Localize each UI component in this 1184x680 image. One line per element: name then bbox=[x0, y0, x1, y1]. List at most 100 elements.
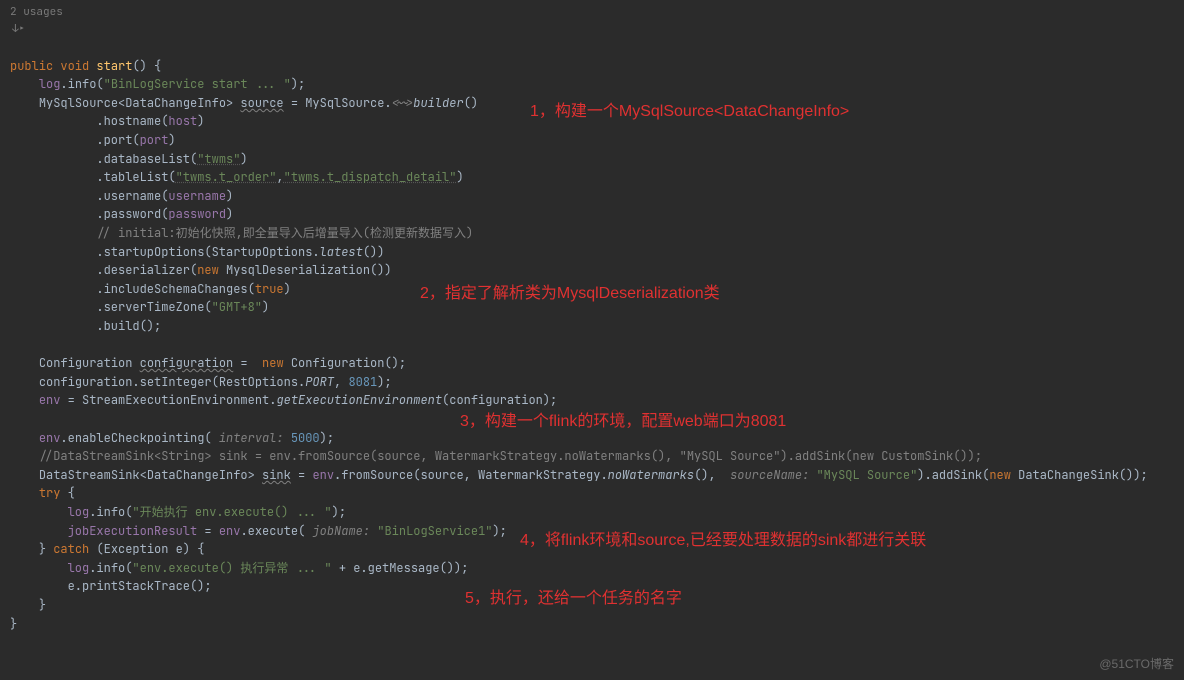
type-decl: MySqlSource<DataChangeInfo> bbox=[39, 95, 241, 111]
field-env: env bbox=[39, 430, 61, 446]
eq: = bbox=[197, 523, 219, 539]
end: ); bbox=[291, 76, 305, 92]
annotation-1: 1，构建一个MySqlSource<DataChangeInfo> bbox=[530, 100, 849, 125]
field-env: env bbox=[39, 392, 61, 408]
annotation-5: 5，执行，还给一个任务的名字 bbox=[465, 587, 682, 612]
field-log: log bbox=[39, 76, 61, 92]
close: ) bbox=[456, 169, 463, 185]
close: ); bbox=[320, 430, 334, 446]
field-port: port bbox=[140, 132, 169, 148]
field-host: host bbox=[168, 113, 197, 129]
kw-try: try bbox=[39, 485, 61, 501]
string: "GMT+8" bbox=[212, 299, 262, 315]
close: ) bbox=[197, 113, 204, 129]
usages-label: 2 usages bbox=[10, 4, 1184, 21]
kw-new: new bbox=[989, 467, 1011, 483]
string: "BinLogService1" bbox=[377, 523, 492, 539]
num: 5000 bbox=[291, 430, 320, 446]
kw-catch: catch bbox=[53, 541, 89, 557]
field-log: log bbox=[68, 560, 90, 576]
builder: builder bbox=[413, 95, 463, 111]
comma: , bbox=[334, 374, 348, 390]
call-fromsource: .fromSource(source, WatermarkStrategy. bbox=[334, 467, 608, 483]
string: "twms" bbox=[197, 151, 240, 167]
close: ()) bbox=[363, 244, 385, 260]
call-info: .info( bbox=[60, 76, 103, 92]
call-username: .username( bbox=[96, 188, 168, 204]
call-startup: .startupOptions(StartupOptions. bbox=[96, 244, 319, 260]
close: ) bbox=[226, 188, 233, 204]
comma: , bbox=[276, 169, 283, 185]
close: ); bbox=[377, 374, 391, 390]
kw-void: void bbox=[60, 58, 89, 74]
args: (configuration); bbox=[442, 392, 557, 408]
brace: } bbox=[10, 616, 17, 632]
args: (), bbox=[694, 467, 723, 483]
brace: } bbox=[39, 597, 46, 613]
field-jobresult: jobExecutionResult bbox=[68, 523, 198, 539]
assign: = MySqlSource. bbox=[284, 95, 392, 111]
type-decl: DataStreamSink<DataChangeInfo> bbox=[39, 467, 262, 483]
close: ) bbox=[168, 132, 175, 148]
call-port: .port( bbox=[96, 132, 139, 148]
eq: = bbox=[233, 355, 262, 371]
string: "BinLogService start ... " bbox=[104, 76, 291, 92]
concat: + e.getMessage()); bbox=[332, 560, 469, 576]
call-printstack: e.printStackTrace(); bbox=[68, 578, 212, 594]
close: ) bbox=[240, 151, 247, 167]
close: ) bbox=[262, 299, 269, 315]
call-includeschema: .includeSchemaChanges( bbox=[96, 281, 254, 297]
brace: { bbox=[60, 485, 74, 501]
kw-true: true bbox=[255, 281, 284, 297]
static-call: getExecutionEnvironment bbox=[276, 392, 442, 408]
field-log: log bbox=[68, 504, 90, 520]
num: 8081 bbox=[348, 374, 377, 390]
eq: = bbox=[291, 467, 313, 483]
kw-new: new bbox=[197, 262, 219, 278]
call-tz: .serverTimeZone( bbox=[96, 299, 211, 315]
parens: () bbox=[464, 95, 478, 111]
call-info: .info( bbox=[89, 560, 132, 576]
param-hint: sourceName: bbox=[723, 467, 817, 483]
call-deserializer: .deserializer( bbox=[96, 262, 197, 278]
param-hint: jobName: bbox=[305, 523, 377, 539]
brace-close: } bbox=[39, 541, 53, 557]
const-port: PORT bbox=[305, 374, 334, 390]
latest: latest bbox=[320, 244, 363, 260]
close: ); bbox=[332, 504, 346, 520]
call-hostname: .hostname( bbox=[96, 113, 168, 129]
gutter-icon[interactable]: ↓▸ bbox=[10, 21, 1184, 38]
kw-new: new bbox=[262, 355, 284, 371]
type-config: Configuration bbox=[39, 355, 140, 371]
method-params: () { bbox=[132, 58, 161, 74]
assign: = StreamExecutionEnvironment. bbox=[60, 392, 276, 408]
field-username: username bbox=[168, 188, 226, 204]
field-env: env bbox=[312, 467, 334, 483]
close: ); bbox=[492, 523, 506, 539]
var-sink: sink bbox=[262, 467, 291, 483]
ctor: Configuration(); bbox=[284, 355, 406, 371]
annotation-2: 2，指定了解析类为MysqlDeserialization类 bbox=[420, 282, 720, 307]
catch-decl: (Exception e) { bbox=[89, 541, 204, 557]
annotation-4: 4，将flink环境和source,已经要处理数据的sink都进行关联 bbox=[520, 529, 926, 554]
kw-public: public bbox=[10, 58, 53, 74]
annotation-3: 3，构建一个flink的环境，配置web端口为8081 bbox=[460, 410, 786, 435]
close: ) bbox=[226, 206, 233, 222]
call-info: .info( bbox=[89, 504, 132, 520]
nowatermarks: noWatermarks bbox=[608, 467, 694, 483]
commented-line: //DataStreamSink<String> sink = env.from… bbox=[39, 448, 982, 464]
param-hint: interval: bbox=[212, 430, 291, 446]
string: "env.execute() 执行异常 ... " bbox=[132, 560, 331, 576]
call-tablelist: .tableList( bbox=[96, 169, 175, 185]
type-hint: <~> bbox=[392, 95, 414, 111]
string: "twms.t_dispatch_detail" bbox=[284, 169, 457, 185]
watermark: @51CTO博客 bbox=[1099, 655, 1174, 674]
ctor: MysqlDeserialization()) bbox=[219, 262, 392, 278]
string: "开始执行 env.execute() ... " bbox=[132, 504, 331, 520]
call-addsink: ).addSink( bbox=[917, 467, 989, 483]
call-build: .build(); bbox=[96, 318, 161, 334]
var-config: configuration bbox=[140, 355, 234, 371]
call-checkpoint: .enableCheckpointing( bbox=[60, 430, 211, 446]
call-password: .password( bbox=[96, 206, 168, 222]
field-env: env bbox=[219, 523, 241, 539]
